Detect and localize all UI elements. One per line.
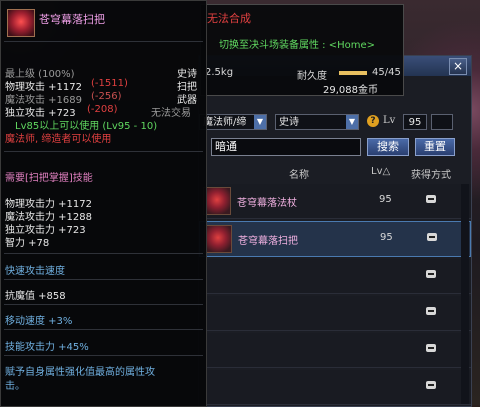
lv-label: Lv: [383, 115, 396, 126]
table-row[interactable]: 苍穹幕落法杖 95: [199, 184, 471, 219]
column-name: 名称: [289, 170, 309, 181]
search-row: 暗通 搜索 重置: [199, 138, 471, 158]
close-button[interactable]: ×: [449, 58, 467, 75]
row-lv: 95: [380, 232, 393, 243]
row-name: 苍穹幕落扫把: [238, 236, 298, 247]
table-row[interactable]: [199, 296, 471, 331]
attack-speed: 快速攻击速度: [5, 266, 65, 277]
divider: [4, 355, 203, 356]
column-acquire: 获得方式: [411, 170, 451, 181]
class-filter-dropdown[interactable]: 魔法师/缔 ▼: [199, 114, 267, 130]
price-value: 29,088金币: [323, 85, 378, 96]
level-input[interactable]: 95: [403, 114, 427, 130]
scrollbar[interactable]: [461, 184, 469, 404]
divider: [4, 279, 203, 280]
item-tooltip: 苍穹幕落扫把 最上级 (100%) 史诗 物理攻击 +1172 (-1511) …: [0, 0, 207, 407]
durability-bar: [339, 71, 367, 75]
durability-bar-fill: [339, 71, 367, 75]
class-filter-value: 魔法师/缔: [203, 117, 247, 128]
item-name: 苍穹幕落扫把: [39, 13, 105, 26]
level-input-max[interactable]: [431, 114, 453, 130]
search-button[interactable]: 搜索: [367, 138, 409, 156]
row-name: 苍穹幕落法杖: [237, 198, 297, 209]
search-input[interactable]: 暗通: [211, 138, 361, 156]
rarity-filter-dropdown[interactable]: 史诗 ▼: [275, 114, 359, 130]
acquire-method-icon[interactable]: [426, 344, 436, 352]
divider: [4, 253, 203, 254]
divider: [4, 304, 203, 305]
anti-magic-value: 抗魔值 +858: [5, 291, 66, 302]
stat-independent-delta: (-208): [87, 104, 118, 115]
equipment-search-panel: × 魔法师/缔 ▼ 史诗 ▼ ? Lv 95 暗通 搜索 重置 名称 Lv△ 获…: [198, 55, 472, 407]
help-icon[interactable]: ?: [367, 115, 379, 127]
broom-item-icon: [204, 225, 232, 253]
reset-button[interactable]: 重置: [415, 138, 455, 156]
acquire-method-icon[interactable]: [426, 270, 436, 278]
skill-attack: 技能攻击力 +45%: [5, 342, 89, 353]
table-header: 名称 Lv△ 获得方式: [199, 164, 471, 181]
divider: [4, 151, 203, 152]
description-line-1: 赋予自身属性强化值最高的属性攻: [5, 367, 155, 378]
stat-physical-delta: (-1511): [91, 78, 128, 89]
detail-tooltip: 无法合成 切换至决斗场装备属性 : <Home> 2.5kg 耐久度 45/45…: [200, 4, 404, 96]
item-list: 苍穹幕落法杖 95 苍穹幕落扫把 95: [199, 184, 471, 407]
switch-pvp-hint: 切换至决斗场装备属性 : <Home>: [219, 40, 376, 51]
row-lv: 95: [379, 194, 392, 205]
skill-requirement: 需要[扫把掌握]技能: [5, 173, 93, 184]
durability-value: 45/45: [372, 67, 401, 78]
class-requirement: 魔法师, 缔造者可以使用: [5, 134, 112, 145]
acquire-method-icon[interactable]: [426, 307, 436, 315]
description-line-2: 击。: [5, 381, 25, 392]
acquire-method-icon[interactable]: [427, 233, 437, 241]
acquire-method-icon[interactable]: [426, 195, 436, 203]
cannot-synthesize-label: 无法合成: [207, 12, 251, 25]
bonus-intelligence: 智力 +78: [5, 238, 50, 249]
column-lv[interactable]: Lv△: [371, 166, 390, 177]
weight-value: 2.5kg: [205, 67, 234, 78]
table-row[interactable]: [199, 259, 471, 294]
durability-label: 耐久度: [297, 71, 327, 82]
chevron-down-icon: ▼: [346, 115, 358, 129]
acquire-method-icon[interactable]: [426, 381, 436, 389]
filter-row: 魔法师/缔 ▼ 史诗 ▼ ? Lv 95: [199, 114, 471, 132]
rarity-filter-value: 史诗: [279, 117, 299, 128]
chevron-down-icon: ▼: [254, 115, 266, 129]
move-speed: 移动速度 +3%: [5, 316, 73, 327]
stat-magic-delta: (-256): [91, 91, 122, 102]
table-row[interactable]: [199, 333, 471, 368]
divider: [4, 41, 203, 42]
staff-item-icon: [203, 187, 231, 215]
table-row[interactable]: [199, 370, 471, 405]
divider: [4, 329, 203, 330]
table-row[interactable]: 苍穹幕落扫把 95: [199, 221, 471, 257]
broom-item-icon: [7, 9, 35, 37]
